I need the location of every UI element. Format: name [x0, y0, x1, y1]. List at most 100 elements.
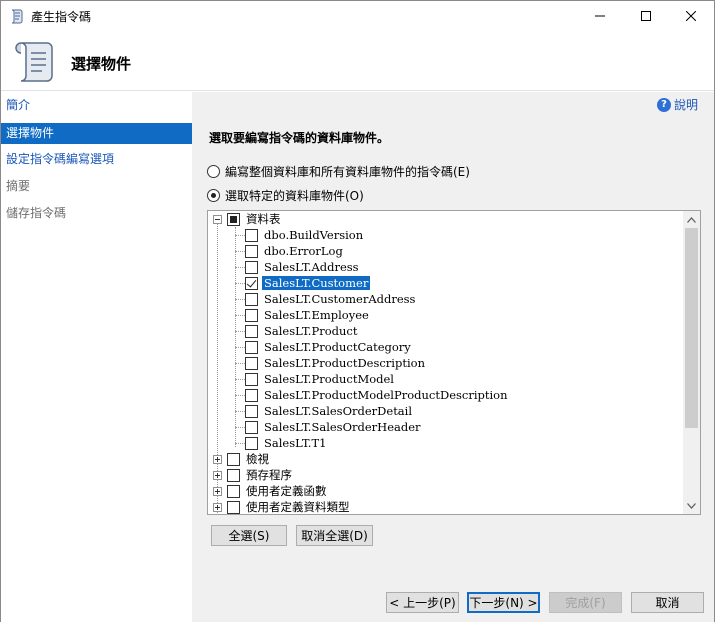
tree-item-table[interactable]: SalesLT.Employee: [245, 307, 369, 323]
tree-item-label: SalesLT.Customer: [262, 276, 371, 290]
close-button[interactable]: [668, 1, 714, 31]
wizard-header: 選擇物件: [1, 31, 714, 91]
checkbox[interactable]: [245, 276, 258, 290]
tree-item-table[interactable]: SalesLT.Product: [245, 323, 357, 339]
maximize-icon: [641, 11, 651, 21]
tree-item-label: SalesLT.ProductCategory: [264, 340, 411, 354]
object-tree[interactable]: 資料表 dbo.BuildVersion dbo.ErrorLog SalesL…: [207, 210, 701, 515]
tree-group-user-defined-functions[interactable]: 使用者定義函數: [213, 483, 327, 499]
tree-item-table[interactable]: SalesLT.ProductModel: [245, 371, 394, 387]
deselect-all-button[interactable]: 取消全選(D): [296, 525, 373, 546]
checkbox[interactable]: [245, 404, 258, 418]
help-link[interactable]: ? 說明: [657, 96, 698, 113]
tree-group-user-defined-data-types[interactable]: 使用者定義資料類型: [213, 499, 350, 514]
tree-item-table-selected[interactable]: SalesLT.Customer: [245, 275, 371, 291]
checkbox[interactable]: [245, 308, 258, 322]
select-all-button[interactable]: 全選(S): [211, 525, 287, 546]
chevron-down-icon: [687, 502, 696, 509]
radio-button[interactable]: [207, 189, 220, 202]
tree-item-table[interactable]: SalesLT.SalesOrderDetail: [245, 403, 412, 419]
tree-item-label: SalesLT.Employee: [264, 308, 369, 322]
checkbox[interactable]: [245, 372, 258, 386]
tree-item-table[interactable]: SalesLT.ProductDescription: [245, 355, 425, 371]
tree-item-label: SalesLT.ProductModelProductDescription: [264, 388, 508, 402]
radio-button[interactable]: [207, 165, 220, 178]
close-icon: [686, 11, 696, 21]
tree-item-label: SalesLT.Address: [264, 260, 359, 274]
tree-group-views[interactable]: 檢視: [213, 451, 269, 467]
checkbox[interactable]: [227, 484, 240, 498]
checkbox[interactable]: [245, 356, 258, 370]
tree-item-table[interactable]: SalesLT.ProductModelProductDescription: [245, 387, 508, 403]
tree-item-label: SalesLT.T1: [264, 436, 327, 450]
script-icon: [11, 9, 23, 24]
checkbox[interactable]: [245, 260, 258, 274]
tree-item-label: dbo.ErrorLog: [264, 244, 343, 258]
window-title: 產生指令碼: [31, 10, 92, 24]
checkbox[interactable]: [245, 244, 258, 258]
chevron-up-icon: [687, 216, 696, 223]
checkbox[interactable]: [245, 340, 258, 354]
tree-item-table[interactable]: SalesLT.Address: [245, 259, 359, 275]
collapse-icon[interactable]: [213, 214, 222, 224]
tree-group-label: 使用者定義函數: [246, 484, 327, 498]
main-panel: ? 說明 選取要編寫指令碼的資料庫物件。 編寫整個資料庫和所有資料庫物件的指令碼…: [192, 92, 714, 622]
checkbox[interactable]: [227, 452, 240, 466]
next-button[interactable]: 下一步(N) >: [467, 592, 540, 613]
help-icon: ?: [657, 97, 671, 112]
checkbox[interactable]: [245, 228, 258, 242]
sidebar-item-intro[interactable]: 簡介: [1, 95, 192, 116]
scroll-down-button[interactable]: [683, 497, 700, 514]
expand-icon[interactable]: [213, 486, 222, 496]
sidebar-item-summary: 摘要: [6, 179, 31, 193]
radio-label: 編寫整個資料庫和所有資料庫物件的指令碼(E): [225, 165, 470, 179]
previous-button[interactable]: < 上一步(P): [386, 592, 459, 613]
tree-item-table[interactable]: SalesLT.SalesOrderHeader: [245, 419, 421, 435]
radio-label: 選取特定的資料庫物件(O): [225, 189, 364, 203]
tree-group-stored-procedures[interactable]: 預存程序: [213, 467, 292, 483]
scroll-up-button[interactable]: [683, 211, 700, 228]
tree-item-table[interactable]: dbo.BuildVersion: [245, 227, 363, 243]
script-scroll-icon: [15, 42, 53, 82]
tree-item-table[interactable]: SalesLT.ProductCategory: [245, 339, 411, 355]
tree-group-label: 檢視: [246, 452, 269, 466]
tree-item-table[interactable]: SalesLT.T1: [245, 435, 326, 451]
checkbox[interactable]: [245, 420, 258, 434]
tree-item-label: SalesLT.SalesOrderHeader: [264, 420, 421, 434]
tree-group-label: 使用者定義資料類型: [246, 500, 350, 514]
instruction-text: 選取要編寫指令碼的資料庫物件。: [209, 131, 390, 145]
radio-script-entire-database[interactable]: 編寫整個資料庫和所有資料庫物件的指令碼(E): [207, 163, 470, 180]
finish-button: 完成(F): [549, 592, 622, 613]
expand-icon[interactable]: [213, 470, 222, 480]
checkbox[interactable]: [245, 388, 258, 402]
expand-icon[interactable]: [213, 502, 222, 512]
tree-item-table[interactable]: SalesLT.CustomerAddress: [245, 291, 415, 307]
tree-item-label: SalesLT.SalesOrderDetail: [264, 404, 413, 418]
tree-item-table[interactable]: dbo.ErrorLog: [245, 243, 343, 259]
checkbox[interactable]: [245, 324, 258, 338]
generate-scripts-window: 產生指令碼 選擇物件 簡介 選擇物件 設定指令碼編寫選項 摘要 儲存指令碼 ? …: [0, 0, 715, 622]
checkbox[interactable]: [227, 212, 240, 226]
checkbox[interactable]: [227, 468, 240, 482]
expand-icon[interactable]: [213, 454, 222, 464]
sidebar-item-save-scripts: 儲存指令碼: [6, 206, 67, 220]
checkbox[interactable]: [245, 436, 258, 450]
tree-scrollbar[interactable]: [683, 211, 700, 514]
wizard-steps-sidebar: 簡介 選擇物件 設定指令碼編寫選項 摘要 儲存指令碼: [1, 92, 192, 622]
sidebar-item-choose-objects[interactable]: 選擇物件: [1, 123, 192, 144]
tree-item-label: dbo.BuildVersion: [264, 228, 364, 242]
radio-select-specific-objects[interactable]: 選取特定的資料庫物件(O): [207, 187, 364, 204]
checkbox[interactable]: [245, 292, 258, 306]
tree-item-label: SalesLT.CustomerAddress: [264, 292, 416, 306]
cancel-button[interactable]: 取消: [631, 592, 704, 613]
tree-group-tables[interactable]: 資料表: [213, 211, 281, 227]
sidebar-item-scripting-options[interactable]: 設定指令碼編寫選項: [1, 149, 192, 170]
checkbox[interactable]: [227, 500, 240, 514]
tree-group-label: 資料表: [246, 212, 281, 226]
tree-item-label: SalesLT.ProductModel: [264, 372, 394, 386]
page-title: 選擇物件: [71, 55, 132, 73]
scroll-thumb[interactable]: [685, 228, 698, 428]
maximize-button[interactable]: [623, 1, 669, 31]
minimize-button[interactable]: [577, 1, 623, 31]
help-label: 說明: [674, 98, 699, 112]
